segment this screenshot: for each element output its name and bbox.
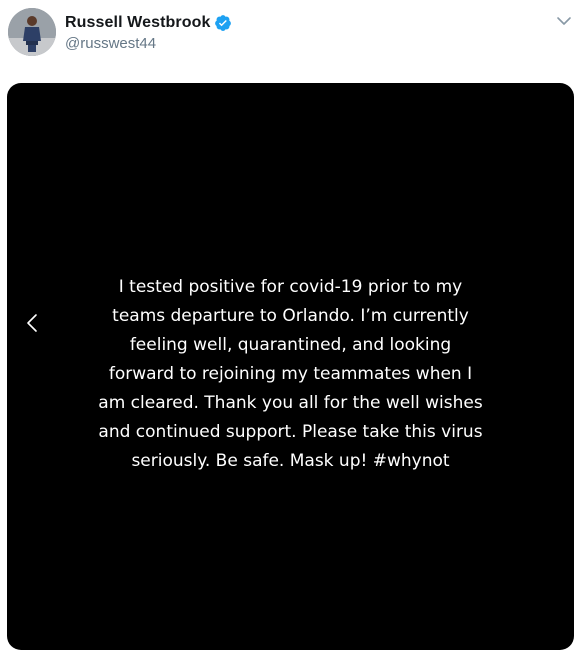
tweet-media-image[interactable]: I tested positive for covid-19 prior to … (7, 83, 574, 650)
author-block: Russell Westbrook @russwest44 (65, 12, 232, 52)
author-handle[interactable]: @russwest44 (65, 35, 232, 52)
avatar[interactable] (8, 8, 56, 56)
author-display-name[interactable]: Russell Westbrook (65, 14, 210, 32)
media-text: I tested positive for covid-19 prior to … (98, 277, 483, 471)
tweet-header: Russell Westbrook @russwest44 (0, 0, 581, 70)
person-avatar-icon (8, 8, 56, 56)
verified-badge-icon (215, 15, 232, 31)
chevron-left-icon[interactable] (19, 309, 47, 337)
author-name-row: Russell Westbrook (65, 12, 232, 34)
chevron-down-icon[interactable] (555, 12, 573, 30)
